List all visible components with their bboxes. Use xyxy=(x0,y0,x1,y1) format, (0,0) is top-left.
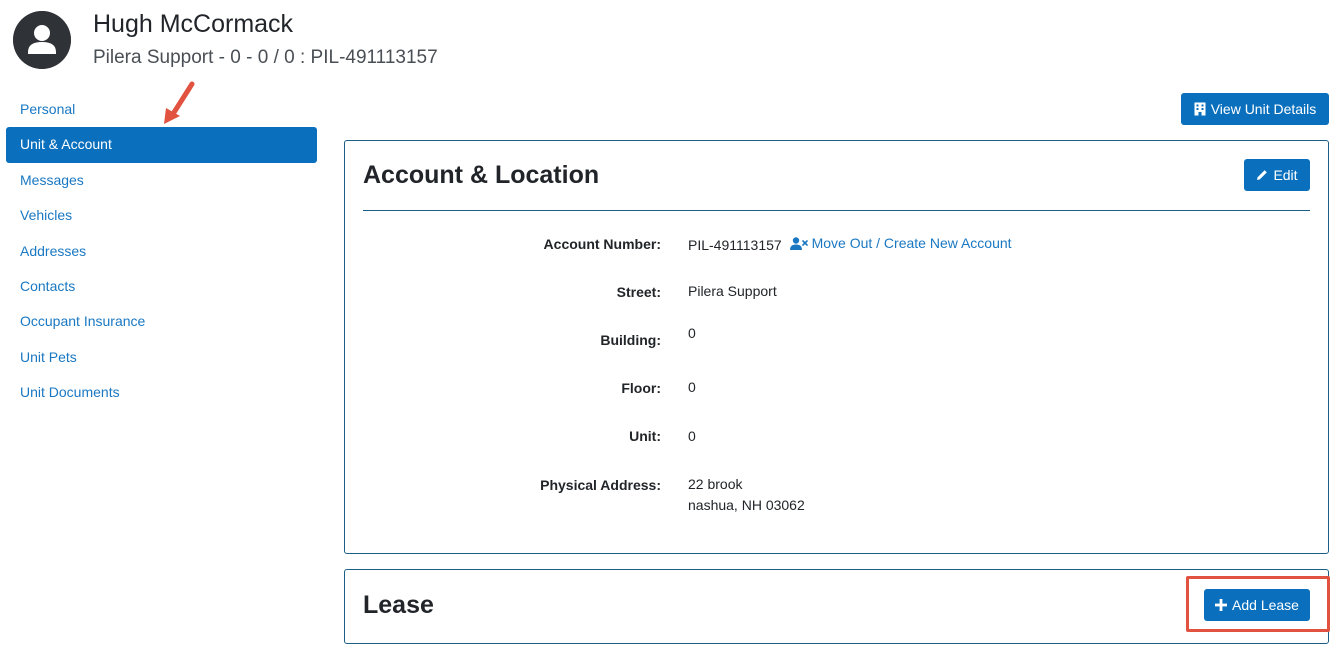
floor-value: 0 xyxy=(688,379,696,395)
user-subtitle: Pilera Support - 0 - 0 / 0 : PIL-4911131… xyxy=(93,47,438,68)
move-out-link[interactable]: Move Out / Create New Account xyxy=(789,233,1012,254)
pencil-icon xyxy=(1257,170,1268,180)
view-unit-details-label: View Unit Details xyxy=(1210,101,1317,117)
account-number-text: PIL-491113157 xyxy=(688,237,782,253)
sidebar-item-vehicles[interactable]: Vehicles xyxy=(6,198,317,233)
sidebar-item-unit-documents[interactable]: Unit Documents xyxy=(6,375,317,410)
building-label: Building: xyxy=(600,332,661,348)
sidebar-item-unit-account[interactable]: Unit & Account xyxy=(6,127,317,163)
building-value: 0 xyxy=(688,325,696,341)
annotation-highlight-box xyxy=(1186,576,1330,632)
move-out-link-label: Move Out / Create New Account xyxy=(811,235,1012,251)
user-avatar-icon xyxy=(13,11,71,69)
floor-label: Floor: xyxy=(621,380,661,396)
address-line-2: nashua, NH 03062 xyxy=(688,497,805,513)
edit-button[interactable]: Edit xyxy=(1244,159,1310,191)
edit-label: Edit xyxy=(1273,167,1298,183)
physical-address-value: 22 brook nashua, NH 03062 xyxy=(688,474,805,516)
address-line-1: 22 brook xyxy=(688,476,743,492)
lease-title: Lease xyxy=(363,591,434,619)
building-icon xyxy=(1194,102,1206,116)
sidebar-item-messages[interactable]: Messages xyxy=(6,163,317,198)
account-number-label: Account Number: xyxy=(543,236,661,252)
account-number-value: PIL-491113157 Move Out / Create New Acco… xyxy=(688,233,1012,256)
sidebar-item-occupant-insurance[interactable]: Occupant Insurance xyxy=(6,304,317,339)
street-value: Pilera Support xyxy=(688,283,777,299)
user-name: Hugh McCormack xyxy=(93,10,294,38)
card-divider xyxy=(363,210,1310,211)
sidebar-item-addresses[interactable]: Addresses xyxy=(6,234,317,269)
avatar xyxy=(13,11,71,69)
unit-label: Unit: xyxy=(629,428,661,444)
lease-card: Lease xyxy=(344,569,1329,644)
account-location-title: Account & Location xyxy=(363,161,600,189)
unit-value: 0 xyxy=(688,428,696,444)
physical-address-label: Physical Address: xyxy=(540,477,661,493)
sidebar-nav: Personal Unit & Account Messages Vehicle… xyxy=(6,92,317,411)
annotation-arrow xyxy=(164,81,195,124)
view-unit-details-button[interactable]: View Unit Details xyxy=(1181,93,1329,125)
user-remove-icon xyxy=(789,237,808,250)
sidebar-item-contacts[interactable]: Contacts xyxy=(6,269,317,304)
street-label: Street: xyxy=(616,284,661,300)
sidebar-item-unit-pets[interactable]: Unit Pets xyxy=(6,340,317,375)
account-location-card: Account & Location Account Number: PIL-4… xyxy=(344,140,1329,554)
